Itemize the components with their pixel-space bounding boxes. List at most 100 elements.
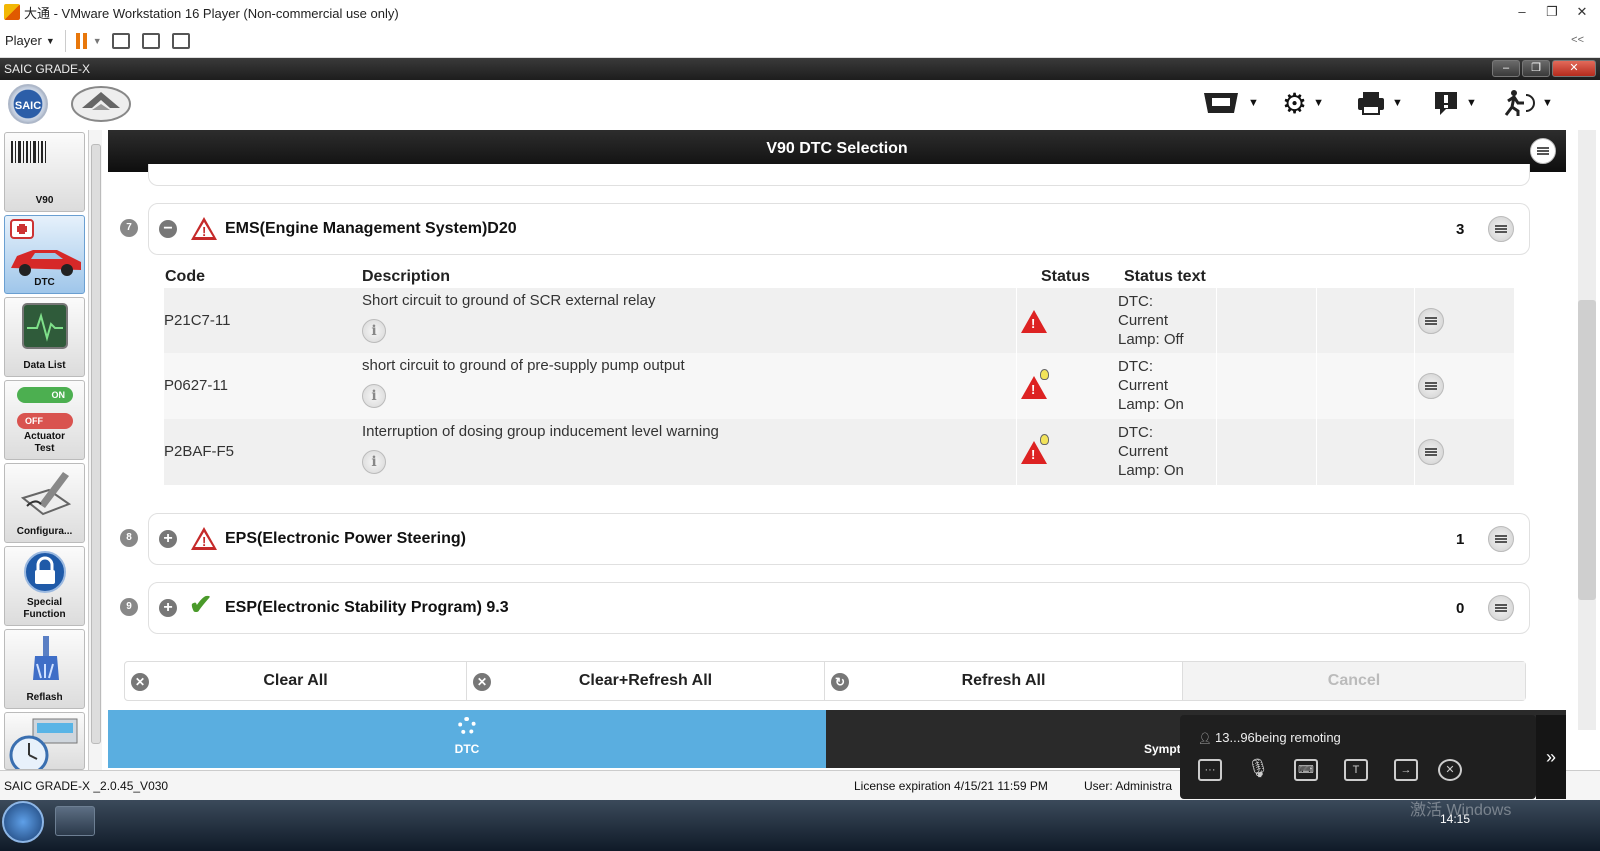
vmware-window-title: 大通 - VMware Workstation 16 Player (Non-c… bbox=[24, 5, 399, 21]
feedback-button[interactable]: ▼ bbox=[1432, 86, 1477, 120]
column-header-code: Code bbox=[165, 268, 205, 285]
table-row[interactable]: P21C7-11 Short circuit to ground of SCR … bbox=[164, 288, 1514, 354]
collapse-group-button[interactable]: − bbox=[159, 220, 177, 238]
sidebar-scroll-thumb[interactable] bbox=[91, 144, 101, 744]
sidebar-item-label: Data List bbox=[23, 360, 66, 371]
sidebar-scrollbar[interactable] bbox=[88, 130, 102, 770]
sidebar-item-printer-clock[interactable] bbox=[4, 712, 85, 770]
brand-logo bbox=[71, 86, 131, 122]
header-menu-button[interactable] bbox=[1530, 138, 1556, 164]
column-header-status-text: Status text bbox=[1124, 268, 1206, 285]
settings-button[interactable]: ⚙ ▼ bbox=[1282, 86, 1324, 120]
toggle-off-icon: OFF bbox=[17, 413, 73, 429]
menu-icon bbox=[1425, 317, 1437, 325]
status-warning-icon bbox=[1021, 310, 1047, 333]
start-button[interactable] bbox=[2, 801, 44, 843]
app-maximize-button[interactable]: ❐ bbox=[1522, 60, 1550, 77]
print-button[interactable]: ▼ bbox=[1356, 86, 1403, 120]
group-menu-button[interactable] bbox=[1488, 595, 1514, 621]
chat-icon[interactable]: ··· bbox=[1198, 759, 1222, 781]
sidebar-item-label: V90 bbox=[35, 195, 54, 206]
group-menu-button[interactable] bbox=[1488, 216, 1514, 242]
vci-connector-icon bbox=[1204, 93, 1238, 113]
info-icon[interactable]: i bbox=[362, 450, 386, 474]
barcode-icon bbox=[11, 141, 46, 163]
clear-all-button[interactable]: ✕ Clear All bbox=[125, 662, 467, 700]
clear-icon: ✕ bbox=[473, 673, 491, 691]
running-exit-icon bbox=[1504, 90, 1535, 116]
player-menu-label: Player bbox=[5, 33, 42, 48]
toggle-on-icon: ON bbox=[17, 387, 73, 403]
refresh-all-button[interactable]: ↻ Refresh All bbox=[825, 662, 1183, 700]
vci-connector-button[interactable]: ▼ bbox=[1200, 86, 1259, 120]
row-menu-button[interactable] bbox=[1418, 373, 1444, 399]
vmware-toolbar: Player ▼ ▼ bbox=[0, 24, 1600, 58]
file-transfer-icon[interactable]: → bbox=[1394, 759, 1418, 781]
action-bar: ✕ Clear All ✕ Clear+Refresh All ↻ Refres… bbox=[124, 661, 1526, 701]
clear-icon: ✕ bbox=[131, 673, 149, 691]
info-icon[interactable]: i bbox=[362, 319, 386, 343]
user-icon: 👤︎ bbox=[1198, 733, 1216, 745]
expand-group-button[interactable]: + bbox=[159, 599, 177, 617]
tab-dtc-label: DTC bbox=[454, 742, 480, 756]
table-row[interactable]: P2BAF-F5 Interruption of dosing group in… bbox=[164, 419, 1514, 485]
player-menu[interactable]: Player ▼ bbox=[5, 33, 55, 48]
microphone-icon[interactable]: 🎙︎ bbox=[1246, 759, 1270, 781]
keyboard-icon[interactable]: ⌨ bbox=[1294, 759, 1318, 781]
content-scrollbar[interactable] bbox=[1566, 130, 1600, 770]
table-row[interactable]: P0627-11 short circuit to ground of pre-… bbox=[164, 353, 1514, 419]
saic-logo: SAIC bbox=[8, 84, 48, 124]
pause-icon[interactable] bbox=[75, 32, 87, 49]
dtc-description: short circuit to ground of pre-supply pu… bbox=[362, 357, 685, 374]
taskbar-app-button[interactable] bbox=[55, 806, 95, 836]
sidebar-item-data-list[interactable]: Data List bbox=[4, 297, 85, 377]
unity-icon[interactable] bbox=[171, 32, 190, 49]
info-icon[interactable]: i bbox=[362, 384, 386, 408]
cancel-button[interactable]: Cancel bbox=[1183, 662, 1525, 700]
group-menu-button[interactable] bbox=[1488, 526, 1514, 552]
tab-dtc[interactable]: DTC bbox=[108, 710, 826, 768]
maximize-button[interactable]: ❐ bbox=[1540, 2, 1564, 22]
sidebar-item-reflash[interactable]: Reflash bbox=[4, 629, 85, 709]
send-ctrl-alt-del-icon[interactable] bbox=[111, 32, 130, 49]
sidebar-item-vehicle[interactable]: V90 bbox=[4, 132, 85, 212]
close-button[interactable]: ✕ bbox=[1570, 2, 1594, 22]
dtc-code: P21C7-11 bbox=[164, 312, 231, 329]
expand-group-button[interactable]: + bbox=[159, 530, 177, 548]
text-icon[interactable]: T bbox=[1344, 759, 1368, 781]
clear-refresh-all-button[interactable]: ✕ Clear+Refresh All bbox=[467, 662, 825, 700]
group-number: 9 bbox=[120, 598, 138, 616]
app-minimize-button[interactable]: – bbox=[1492, 60, 1520, 77]
group-number: 7 bbox=[120, 219, 138, 237]
row-menu-button[interactable] bbox=[1418, 439, 1444, 465]
pen-tablet-icon bbox=[20, 472, 72, 516]
column-header-status: Status bbox=[1041, 268, 1090, 285]
row-menu-button[interactable] bbox=[1418, 308, 1444, 334]
user-text: User: Administra bbox=[1084, 779, 1173, 793]
sidebar-item-label: Actuator Test bbox=[23, 431, 66, 454]
taskbar bbox=[0, 800, 1600, 851]
sidebar-item-label: Reflash bbox=[26, 692, 63, 703]
disconnect-icon[interactable]: ✕ bbox=[1438, 759, 1462, 781]
chevron-down-icon: ▼ bbox=[45, 35, 55, 46]
alert-message-icon bbox=[1435, 92, 1457, 115]
sidebar-item-dtc[interactable]: DTC bbox=[4, 215, 85, 294]
dtc-code: P0627-11 bbox=[164, 377, 228, 394]
group-dtc-count: 3 bbox=[1456, 221, 1465, 238]
collapse-toolbar-button[interactable]: << bbox=[1571, 34, 1584, 46]
minimize-button[interactable]: – bbox=[1510, 2, 1534, 22]
fullscreen-icon[interactable] bbox=[141, 32, 160, 49]
menu-icon bbox=[1495, 225, 1507, 233]
sidebar-item-label: Configura... bbox=[16, 526, 73, 537]
sidebar-item-special-function[interactable]: Special Function bbox=[4, 546, 85, 626]
exit-button[interactable]: ▼ bbox=[1502, 86, 1553, 120]
dtc-status-text: DTC: Current Lamp: On bbox=[1118, 424, 1184, 479]
sidebar-item-configuration[interactable]: Configura... bbox=[4, 463, 85, 543]
remote-expand-button[interactable]: » bbox=[1536, 715, 1566, 799]
checkmark-icon: ✔ bbox=[189, 589, 213, 620]
chevron-down-icon[interactable]: ▼ bbox=[93, 36, 102, 46]
gear-icon: ⚙ bbox=[1282, 87, 1308, 119]
app-close-button[interactable]: ✕ bbox=[1552, 60, 1596, 77]
sidebar-item-actuator-test[interactable]: ON OFF Actuator Test bbox=[4, 380, 85, 460]
content-scroll-thumb[interactable] bbox=[1578, 300, 1596, 600]
